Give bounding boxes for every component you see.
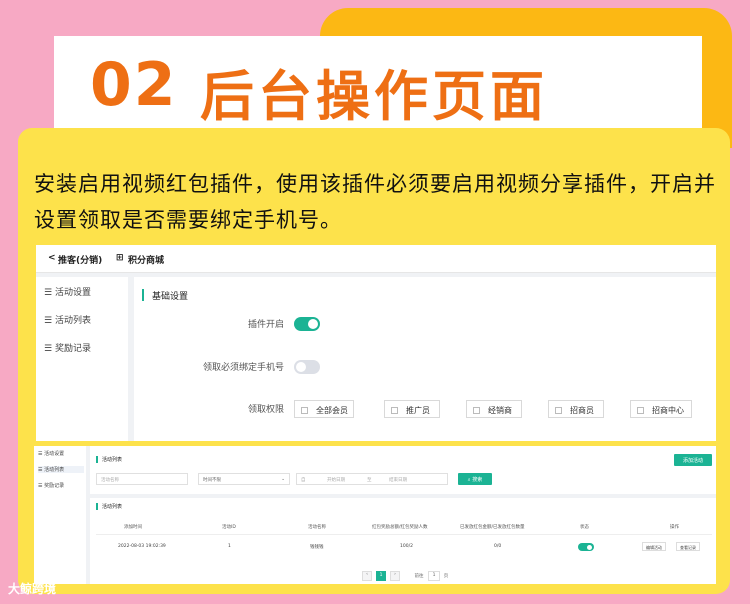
column-header: 状态 bbox=[580, 525, 589, 530]
list-title: 活动列表 bbox=[102, 457, 123, 463]
sidebar-item-reward-records[interactable]: ☰ 奖励记录 bbox=[38, 482, 64, 489]
column-header: 活动名称 bbox=[308, 525, 326, 530]
section-accent-bar bbox=[142, 289, 144, 301]
nav-tab-points-mall[interactable]: 积分商城 bbox=[128, 253, 164, 266]
time-select[interactable]: 时间不限 ⌄ bbox=[198, 473, 290, 485]
add-activity-button[interactable]: 添加活动 bbox=[674, 454, 712, 466]
watermark-right: 腾信互联E企盈 bbox=[604, 568, 691, 583]
column-header: 操作 bbox=[670, 525, 679, 530]
search-icon: ⌕ bbox=[467, 477, 471, 483]
page-suffix: 页 bbox=[443, 574, 449, 579]
permission-all-members[interactable]: 全部会员 bbox=[294, 400, 354, 418]
list-icon: ☰ bbox=[44, 288, 53, 298]
plugin-enable-toggle[interactable] bbox=[294, 317, 320, 331]
prev-page-button[interactable]: ‹ bbox=[362, 571, 372, 581]
permission-promoter[interactable]: 推广员 bbox=[384, 400, 440, 418]
description-text: 安装启用视频红包插件，使用该插件必须要启用视频分享插件，开启并设置领取是否需要绑… bbox=[34, 172, 716, 232]
column-header: 红包奖励总额/红包奖励人数 bbox=[372, 525, 428, 530]
table-title: 活动列表 bbox=[102, 504, 123, 510]
nav-tab-promoter[interactable]: 推客(分销) bbox=[58, 253, 102, 266]
table-divider bbox=[96, 534, 712, 535]
settings-screenshot: < 推客(分销) ⊞ 积分商城 ☰ 活动设置 ☰ 活动列表 ☰ 奖励记录 基础设… bbox=[36, 245, 716, 441]
sidebar: ☰ 活动设置 ☰ 活动列表 ☰ 奖励记录 bbox=[36, 277, 128, 441]
settings-panel: 基础设置 插件开启 领取必须绑定手机号 领取权限 全部会员 推广员 经销商 招商… bbox=[134, 277, 716, 441]
edit-activity-button[interactable]: 编辑活动 bbox=[642, 542, 666, 551]
sidebar-item-activity-settings[interactable]: ☰ 活动设置 bbox=[38, 450, 64, 457]
cell-id: 1 bbox=[228, 544, 231, 549]
share-icon: < bbox=[48, 253, 56, 263]
watermark-left: 大鲸跨境 bbox=[8, 582, 57, 596]
permission-investment-staff[interactable]: 招商员 bbox=[548, 400, 604, 418]
column-header: 活动ID bbox=[222, 525, 236, 530]
section-title: 基础设置 bbox=[152, 292, 189, 302]
view-records-button[interactable]: 查看记录 bbox=[676, 542, 700, 551]
activity-name-input[interactable]: 活动名称 bbox=[96, 473, 188, 485]
title-box: 02 后台操作页面 bbox=[54, 36, 702, 136]
plus-square-icon: ⊞ bbox=[116, 253, 124, 263]
filter-panel: 活动列表 添加活动 活动名称 时间不限 ⌄ 自 开始日期 至 结束日期 ⌕ 搜索 bbox=[90, 446, 716, 494]
section-number: 02 bbox=[90, 50, 178, 120]
search-button[interactable]: ⌕ 搜索 bbox=[458, 473, 492, 485]
list-icon: ☰ bbox=[44, 316, 53, 326]
permission-investment-center[interactable]: 招商中心 bbox=[630, 400, 692, 418]
column-header: 已发放红包金额/已发放红包数量 bbox=[460, 525, 525, 530]
phone-binding-toggle[interactable] bbox=[294, 360, 320, 374]
sidebar-item-activity-list[interactable]: ☰ 活动列表 bbox=[38, 466, 84, 473]
cell-issued: 0/0 bbox=[494, 544, 502, 549]
goto-page-input[interactable]: 1 bbox=[428, 571, 440, 581]
permission-distributor[interactable]: 经销商 bbox=[466, 400, 522, 418]
cell-total: 100/2 bbox=[400, 544, 413, 549]
top-nav: < 推客(分销) ⊞ 积分商城 bbox=[36, 245, 716, 273]
next-page-button[interactable]: › bbox=[390, 571, 400, 581]
sidebar-item-activity-list[interactable]: ☰ 活动列表 bbox=[44, 313, 91, 326]
goto-label: 前往 bbox=[414, 574, 424, 579]
page-1-button[interactable]: 1 bbox=[376, 571, 386, 581]
status-toggle[interactable] bbox=[578, 543, 594, 551]
page-title: 后台操作页面 bbox=[200, 65, 548, 128]
list-icon: ☰ bbox=[44, 344, 53, 354]
cell-name: 钱钱钱 bbox=[310, 545, 324, 550]
plugin-enable-label: 插件开启 bbox=[247, 320, 284, 330]
wechat-icon bbox=[578, 562, 596, 578]
sidebar-small: ☰ 活动设置 ☰ 活动列表 ☰ 奖励记录 bbox=[34, 446, 86, 584]
cell-time: 2022-08-03 19:02:39 bbox=[118, 544, 166, 549]
chevron-down-icon: ⌄ bbox=[281, 477, 285, 482]
column-header: 添加时间 bbox=[124, 525, 142, 530]
phone-binding-label: 领取必须绑定手机号 bbox=[202, 363, 284, 373]
permission-label: 领取权限 bbox=[247, 405, 284, 415]
date-range-input[interactable]: 自 开始日期 至 结束日期 bbox=[296, 473, 448, 485]
sidebar-item-reward-records[interactable]: ☰ 奖励记录 bbox=[44, 341, 91, 354]
sidebar-item-activity-settings[interactable]: ☰ 活动设置 bbox=[44, 285, 91, 298]
